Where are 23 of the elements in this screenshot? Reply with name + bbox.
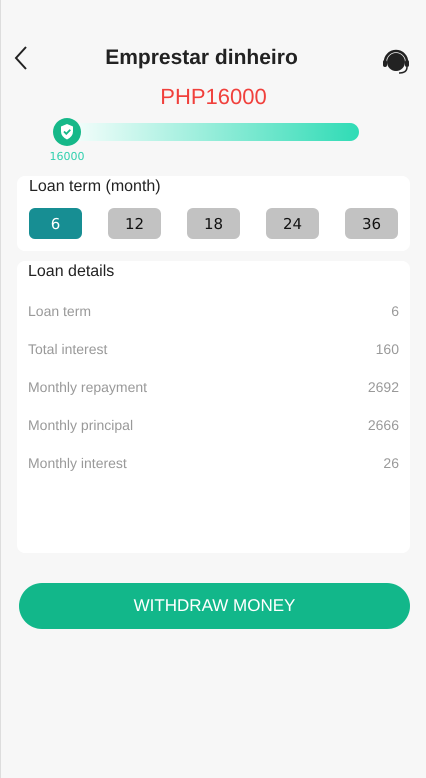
amount-slider[interactable] xyxy=(53,118,359,146)
back-icon[interactable] xyxy=(13,45,29,71)
term-option[interactable]: 18 xyxy=(187,208,240,239)
detail-label: Monthly principal xyxy=(28,417,134,433)
slider-value: 16000 xyxy=(50,150,84,163)
detail-label: Monthly interest xyxy=(28,455,127,471)
term-option[interactable]: 12 xyxy=(108,208,161,239)
section-title: Loan details xyxy=(28,263,116,281)
detail-label: Loan term xyxy=(28,303,92,319)
term-option[interactable]: 24 xyxy=(266,208,319,239)
term-option[interactable]: 36 xyxy=(345,208,398,239)
page-title: Emprestar dinheiro xyxy=(105,46,298,70)
detail-label: Monthly repayment xyxy=(28,379,148,395)
detail-value: 26 xyxy=(383,455,399,471)
detail-value: 6 xyxy=(391,303,399,319)
detail-value: 2692 xyxy=(368,379,399,395)
slider-thumb[interactable] xyxy=(53,118,81,146)
loan-amount: PHP16000 xyxy=(159,84,268,110)
term-option[interactable]: 6 xyxy=(29,208,82,239)
detail-value: 2666 xyxy=(368,417,399,433)
detail-label: Total interest xyxy=(28,341,108,357)
section-title: Loan term (month) xyxy=(29,178,162,196)
detail-value: 160 xyxy=(376,341,399,357)
